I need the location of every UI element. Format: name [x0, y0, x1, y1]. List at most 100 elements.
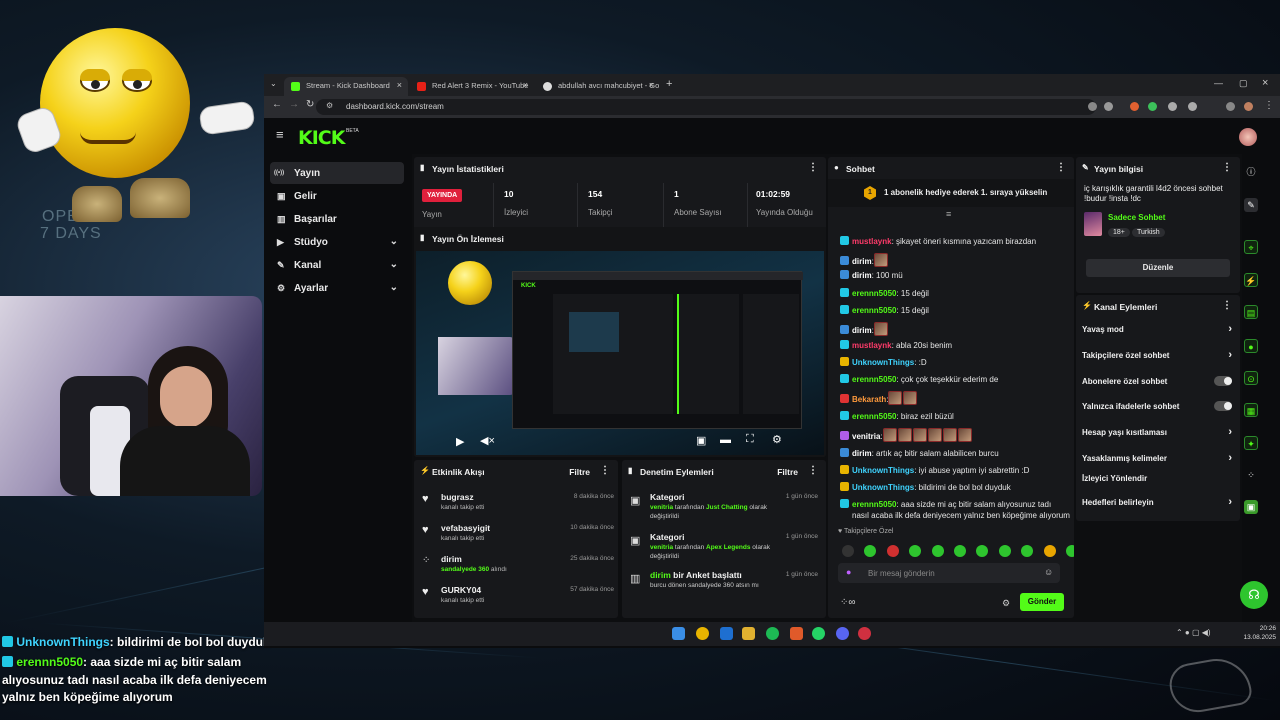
target-icon[interactable]: ⌖ — [1244, 240, 1258, 254]
chat-message[interactable]: mustlaynk: abla 20si benim — [840, 340, 1064, 351]
zoom-icon[interactable] — [1088, 102, 1097, 111]
chat-username[interactable]: dirim — [852, 257, 872, 266]
tab-search-icon[interactable]: ⌄ — [270, 79, 277, 88]
brave-icon[interactable] — [790, 627, 803, 640]
quick-emote-icon[interactable] — [1021, 545, 1034, 557]
quick-emote-icon[interactable] — [1066, 545, 1074, 557]
chevron-down-icon[interactable]: ≡ — [946, 209, 951, 219]
new-tab-icon[interactable]: + — [666, 78, 672, 90]
tab-google[interactable]: abdullah avcı mahcubiyet - Go × — [536, 77, 660, 96]
site-info-icon[interactable]: ⚙ — [326, 101, 333, 110]
chat-username[interactable]: UnknownThings — [852, 358, 914, 367]
quick-emote-icon[interactable] — [864, 545, 877, 557]
more-options-icon[interactable]: ⋮ — [600, 465, 610, 476]
reload-icon[interactable]: ↻ — [306, 99, 314, 110]
wrench-icon[interactable]: ✦ — [1244, 436, 1258, 450]
chat-username[interactable]: mustlaynk — [852, 237, 892, 246]
media-icon[interactable] — [1226, 102, 1235, 111]
sidebar-item-gelir[interactable]: ▣ Gelir — [270, 185, 404, 207]
chat-message[interactable]: dirim: 100 mü — [840, 270, 1064, 281]
help-headset-icon[interactable]: ☊ — [1240, 581, 1268, 609]
more-options-icon[interactable]: ⋮ — [1056, 162, 1066, 173]
channel-action-item[interactable]: Abonelere özel sohbet — [1082, 376, 1232, 393]
windows-start-icon[interactable] — [672, 627, 685, 640]
layers-icon[interactable]: ▦ — [1244, 403, 1258, 417]
toggle-switch[interactable] — [1214, 401, 1232, 411]
window-close-icon[interactable]: × — [1262, 77, 1268, 89]
kick-logo[interactable]: KICK — [298, 127, 345, 149]
clock-date[interactable]: 13.08.2025 — [1232, 634, 1276, 641]
channel-action-item[interactable]: İzleyici Yönlendir — [1082, 474, 1232, 490]
quick-emote-icon[interactable] — [998, 545, 1011, 557]
chat-username[interactable]: dirim — [852, 449, 872, 458]
tab-youtube[interactable]: Red Alert 3 Remix - YouTube × — [410, 77, 534, 96]
chat-username[interactable]: erennn5050 — [852, 306, 896, 315]
filter-button[interactable]: Filtre — [777, 467, 798, 477]
channel-action-item[interactable]: Yasaklanmış kelimeler › — [1082, 452, 1232, 470]
emote-icon[interactable]: ▣ — [1244, 500, 1258, 514]
chat-username[interactable]: mustlaynk — [852, 341, 892, 350]
points-icon[interactable]: ⁘∞ — [840, 597, 856, 608]
chat-username[interactable]: venitria — [852, 432, 880, 441]
pencil-icon[interactable]: ✎ — [1244, 198, 1258, 212]
channel-action-item[interactable]: Yavaş mod › — [1082, 323, 1232, 341]
quick-emote-icon[interactable] — [886, 545, 899, 557]
tab-kick-dashboard[interactable]: Stream - Kick Dashboard × — [284, 77, 408, 96]
more-options-icon[interactable]: ⋮ — [1222, 300, 1232, 311]
extensions-puzzle-icon[interactable] — [1188, 102, 1197, 111]
pip-icon[interactable]: ▣ — [696, 434, 706, 447]
channel-action-item[interactable]: Hedefleri belirleyin › — [1082, 496, 1232, 514]
chat-username[interactable]: erennn5050 — [852, 375, 896, 384]
browser-menu-icon[interactable]: ⋮ — [1264, 100, 1274, 111]
maximize-icon[interactable]: ▢ — [1239, 78, 1248, 89]
more-options-icon[interactable]: ⋮ — [808, 162, 818, 173]
chat-username[interactable]: erennn5050 — [852, 412, 896, 421]
quick-emote-icon[interactable] — [954, 545, 966, 557]
mute-icon[interactable]: ◀× — [480, 434, 495, 447]
sidebar-item-yayin[interactable]: ((•)) Yayın — [270, 162, 404, 184]
broadcast-icon[interactable]: ⊙ — [1244, 371, 1258, 385]
sidebar-item-studyo[interactable]: ▶ Stüdyo ⌄ — [270, 231, 404, 253]
chat-message[interactable]: dirim: — [840, 322, 1064, 336]
play-icon[interactable]: ▶ — [456, 435, 464, 448]
theater-icon[interactable]: ▬ — [720, 434, 731, 446]
user-avatar[interactable] — [1239, 128, 1257, 146]
sidebar-item-kanal[interactable]: ✎ Kanal ⌄ — [270, 254, 404, 276]
more-options-icon[interactable]: ⋮ — [1222, 162, 1232, 173]
filter-button[interactable]: Filtre — [569, 467, 590, 477]
chat-message[interactable]: erennn5050: biraz ezil büzül — [840, 411, 1064, 422]
chat-message[interactable]: dirim: artık aç bitir salam alabilicen b… — [840, 448, 1064, 459]
settings-icon[interactable]: ⚙ — [772, 433, 782, 446]
whatsapp-icon[interactable] — [812, 627, 825, 640]
quick-emote-icon[interactable] — [1043, 545, 1056, 557]
edit-button[interactable]: Düzenle — [1086, 259, 1230, 277]
category-name[interactable]: Sadece Sohbet — [1108, 213, 1165, 222]
hamburger-menu-icon[interactable]: ≡ — [276, 127, 284, 142]
pinned-gift-banner[interactable]: 1 1 abonelik hediye ederek 1. sıraya yük… — [828, 179, 1074, 207]
chat-message[interactable]: mustlaynk: şikayet öneri kısmına yazıcam… — [840, 236, 1064, 247]
app-icon[interactable] — [858, 627, 871, 640]
chrome-icon[interactable] — [696, 627, 709, 640]
sidebar-item-ayarlar[interactable]: ⚙ Ayarlar ⌄ — [270, 277, 404, 299]
close-tab-icon[interactable]: × — [523, 80, 528, 90]
forward-icon[interactable]: → — [289, 99, 299, 110]
chat-username[interactable]: UnknownThings — [852, 466, 914, 475]
sidebar-item-basarilar[interactable]: ▥ Başarılar — [270, 208, 404, 230]
chat-username[interactable]: dirim — [852, 326, 872, 335]
bolt-icon[interactable]: ⚡ — [1244, 273, 1258, 287]
chat-username[interactable]: UnknownThings — [852, 483, 914, 492]
channel-action-item[interactable]: Yalnızca ifadelerle sohbet — [1082, 401, 1232, 418]
outlook-icon[interactable] — [720, 627, 733, 640]
extension-icon[interactable] — [1130, 102, 1139, 111]
close-tab-icon[interactable]: × — [649, 80, 654, 90]
url-field[interactable]: ⚙ dashboard.kick.com/stream — [316, 99, 1096, 115]
minimize-icon[interactable]: — — [1214, 78, 1223, 88]
extension-icon[interactable] — [1168, 102, 1177, 111]
back-icon[interactable]: ← — [272, 99, 282, 110]
quick-emote-icon[interactable] — [842, 545, 854, 557]
points-icon[interactable]: ⁘ — [1244, 468, 1258, 482]
chat-message[interactable]: erennn5050: 15 değil — [840, 288, 1064, 299]
fullscreen-icon[interactable]: ⛶ — [746, 433, 754, 446]
chat-message[interactable]: nasıl acaba ilk defa deniyecem yalnız be… — [852, 511, 1074, 521]
spotify-icon[interactable] — [766, 627, 779, 640]
